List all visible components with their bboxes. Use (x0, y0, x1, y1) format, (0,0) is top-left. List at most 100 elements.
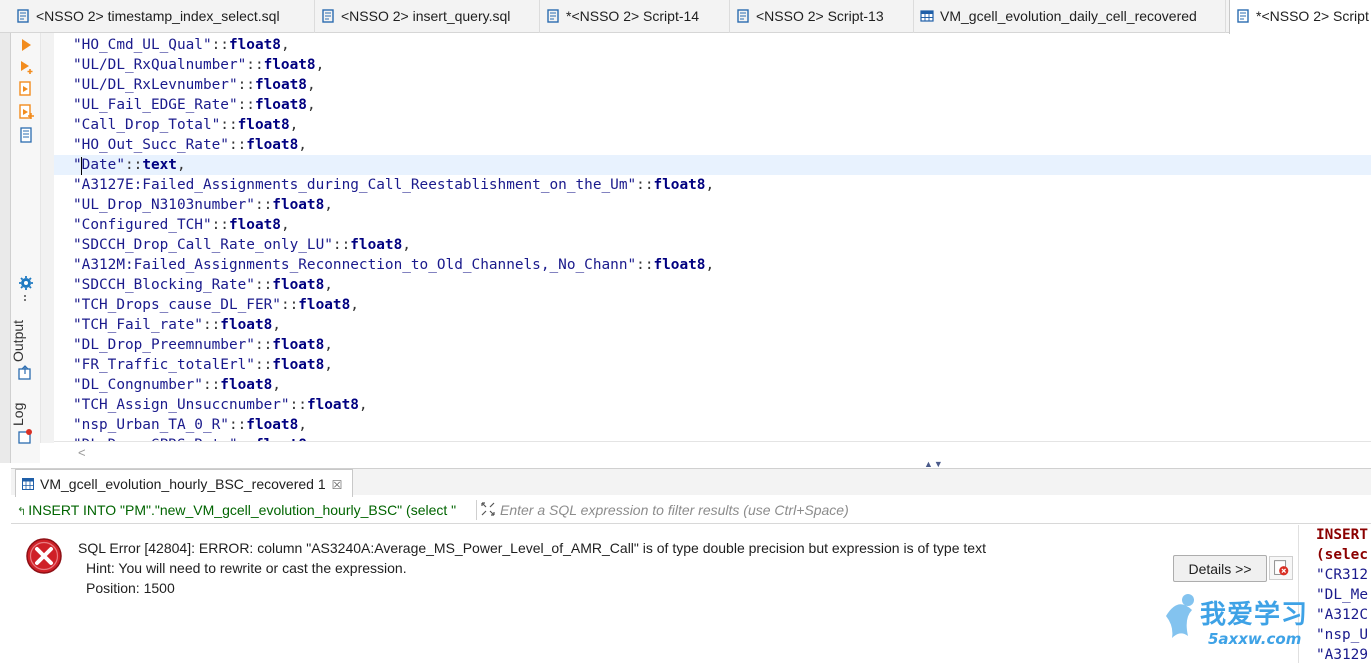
watermark-subtext: 5axxw.com (1208, 630, 1302, 648)
execute-script-new-tab-icon[interactable] (18, 104, 34, 120)
line-separator: , (280, 217, 290, 233)
watermark-text: 我爱学习 (1200, 600, 1309, 630)
code-line[interactable]: "TCH_Fail_rate"::float8, (54, 315, 1371, 335)
cast-type: float8 (254, 77, 307, 93)
cast-type: float8 (272, 197, 325, 213)
column-identifier: "HO_Cmd_UL_Qual" (73, 37, 212, 53)
sql-preview-line: INSERT (1316, 527, 1368, 543)
line-separator: , (324, 277, 333, 293)
cast-type: float8 (228, 217, 281, 233)
error-icon (26, 538, 62, 574)
cast-operator: :: (280, 297, 299, 313)
tab-label: *<NSSO 2> Script (1256, 8, 1369, 24)
log-panel-tab[interactable]: Log (10, 403, 26, 426)
code-line[interactable]: "DL_Drop_Preemnumber"::float8, (54, 335, 1371, 355)
details-button[interactable]: Details >> (1173, 555, 1267, 582)
code-line[interactable]: "UL/DL_RxQualnumber"::float8, (54, 55, 1371, 75)
tab-label: *<NSSO 2> Script-14 (566, 8, 700, 24)
execute-statement-icon[interactable] (18, 37, 34, 53)
cast-type: float8 (237, 117, 290, 133)
close-tab-icon[interactable]: ☒ (332, 478, 343, 492)
output-panel-tab[interactable]: Output (10, 320, 26, 362)
column-identifier: "Call_Drop_Total" (73, 117, 221, 133)
code-line[interactable]: "TCH_Assign_Unsuccnumber"::float8, (54, 395, 1371, 415)
cast-type: float8 (272, 337, 325, 353)
executed-query-label[interactable]: ↰ INSERT INTO "PM"."new_VM_gcell_evolutio… (17, 502, 456, 518)
editor-tab-bar: <NSSO 2> timestamp_index_select.sql <NSS… (0, 0, 1371, 34)
tab-timestamp-index-select[interactable]: <NSSO 2> timestamp_index_select.sql (10, 0, 315, 33)
cast-operator: :: (202, 377, 221, 393)
results-tab-bar: VM_gcell_evolution_hourly_BSC_recovered … (11, 468, 1371, 497)
line-number-gutter (40, 33, 54, 443)
code-line[interactable]: "SDCCH_Blocking_Rate"::float8, (54, 275, 1371, 295)
tab-insert-query[interactable]: <NSSO 2> insert_query.sql (315, 0, 540, 33)
column-identifier: "UL_Fail_EDGE_Rate" (73, 97, 238, 113)
code-line[interactable]: "UL/DL_RxLevnumber"::float8, (54, 75, 1371, 95)
code-line[interactable]: "Date"::text, (54, 155, 1371, 175)
cast-operator: :: (124, 157, 143, 173)
cast-type: float8 (653, 257, 706, 273)
output-icon[interactable] (17, 365, 33, 381)
line-separator: , (402, 237, 411, 253)
column-identifier: "UL_Drop_N3103number" (73, 197, 255, 213)
cast-operator: :: (254, 197, 273, 213)
side-panel-strip (0, 33, 11, 463)
code-line[interactable]: "nsp_Urban_TA_0_R"::float8, (54, 415, 1371, 435)
tab-label: <NSSO 2> insert_query.sql (341, 8, 511, 24)
tab-script-13[interactable]: <NSSO 2> Script-13 (730, 0, 914, 33)
cast-type: float8 (228, 37, 281, 53)
results-tab[interactable]: VM_gcell_evolution_hourly_BSC_recovered … (15, 469, 354, 497)
cast-operator: :: (211, 217, 229, 233)
code-line[interactable]: "A312M:Failed_Assignments_Reconnection_t… (54, 255, 1371, 275)
code-line[interactable]: "FR_Traffic_totalErl"::float8, (54, 355, 1371, 375)
cast-operator: :: (636, 177, 654, 193)
line-separator: , (315, 57, 325, 73)
cast-type: float8 (653, 177, 706, 193)
tab-label: <NSSO 2> Script-13 (756, 8, 884, 24)
tab-script-active[interactable]: *<NSSO 2> Script (1229, 0, 1371, 34)
code-line[interactable]: "DL_Congnumber"::float8, (54, 375, 1371, 395)
cast-operator: :: (246, 57, 264, 73)
cast-operator: :: (211, 37, 229, 53)
scroll-left-arrow-icon[interactable]: < (78, 445, 86, 460)
line-separator: , (272, 377, 281, 393)
execute-in-new-tab-icon[interactable] (18, 59, 34, 75)
filter-expand-icon[interactable] (481, 502, 495, 516)
column-identifier: "DL_Drop_Preemnumber" (73, 337, 255, 353)
code-line[interactable]: "UL_Drop_N3103number"::float8, (54, 195, 1371, 215)
editor-horizontal-scrollbar[interactable]: < (54, 441, 1371, 463)
panel-grip-handle[interactable] (24, 295, 26, 301)
copy-error-icon[interactable] (1269, 556, 1293, 580)
execute-script-icon[interactable] (18, 81, 34, 97)
cast-operator: :: (202, 317, 221, 333)
tab-vm-gcell-daily[interactable]: VM_gcell_evolution_daily_cell_recovered (914, 0, 1226, 33)
explain-plan-icon[interactable] (18, 127, 34, 143)
settings-gear-icon[interactable] (18, 275, 34, 291)
line-separator: , (358, 397, 368, 413)
cast-type: float8 (272, 277, 325, 293)
code-line[interactable]: "A3127E:Failed_Assignments_during_Call_R… (54, 175, 1371, 195)
code-line[interactable]: "SDCCH_Drop_Call_Rate_only_LU"::float8, (54, 235, 1371, 255)
cast-type: float8 (254, 97, 307, 113)
code-line[interactable]: "HO_Cmd_UL_Qual"::float8, (54, 35, 1371, 55)
tab-script-14[interactable]: *<NSSO 2> Script-14 (540, 0, 730, 33)
column-identifier: "A3127E:Failed_Assignments_during_Call_R… (73, 177, 637, 193)
sql-preview-line: "CR312 (1316, 567, 1368, 583)
results-filter-input[interactable] (500, 499, 1360, 521)
sql-editor[interactable]: "HO_Cmd_UL_Qual"::float8, "UL/DL_RxQualnu… (54, 35, 1371, 441)
executed-query-text: INSERT INTO "PM"."new_VM_gcell_evolution… (28, 502, 457, 518)
cast-operator: :: (332, 237, 351, 253)
sql-script-icon (737, 9, 749, 23)
cast-type: float8 (272, 357, 325, 373)
code-line[interactable]: "Call_Drop_Total"::float8, (54, 115, 1371, 135)
line-separator: , (324, 337, 333, 353)
code-line[interactable]: "HO_Out_Succ_Rate"::float8, (54, 135, 1371, 155)
code-line[interactable]: "TCH_Drops_cause_DL_FER"::float8, (54, 295, 1371, 315)
code-line[interactable]: "Configured_TCH"::float8, (54, 215, 1371, 235)
text-caret (81, 157, 82, 175)
cast-type: float8 (246, 137, 299, 153)
code-line[interactable]: "UL_Fail_EDGE_Rate"::float8, (54, 95, 1371, 115)
cast-type: text (142, 157, 177, 173)
error-hint: Hint: You will need to rewrite or cast t… (86, 560, 407, 576)
log-icon[interactable] (17, 429, 33, 445)
